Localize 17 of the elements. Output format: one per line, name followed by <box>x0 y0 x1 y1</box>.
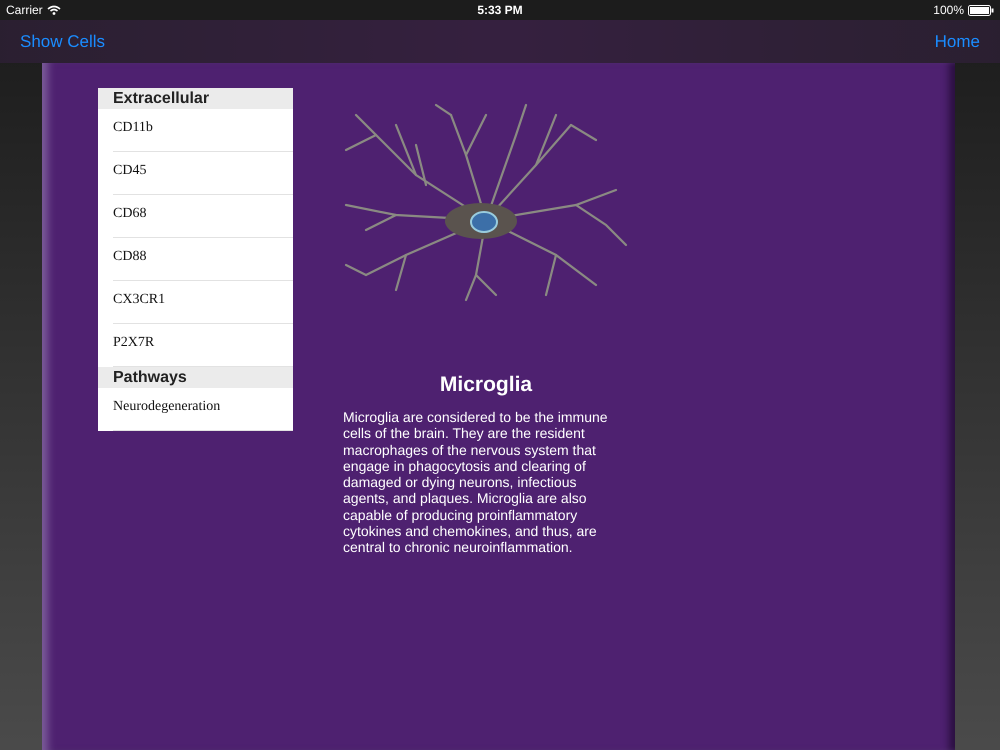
list-item[interactable]: CD45 <box>113 152 293 195</box>
list-item[interactable]: CD11b <box>113 109 293 152</box>
section-header: Pathways <box>98 367 293 388</box>
show-cells-link[interactable]: Show Cells <box>20 32 106 52</box>
list-item[interactable]: CD88 <box>113 238 293 281</box>
list-item[interactable]: Neurodegeneration <box>113 388 293 431</box>
home-link[interactable]: Home <box>934 32 980 52</box>
list-item[interactable]: CD68 <box>113 195 293 238</box>
section-header: Extracellular <box>98 88 293 109</box>
list-item[interactable]: CX3CR1 <box>113 281 293 324</box>
battery-icon <box>968 4 994 16</box>
wifi-icon <box>46 5 61 15</box>
cell-description: Microglia are considered to be the immune cells of the brain. They are the resident macrophages of the nervous system that engage in phagocytosis and clearing of damaged or dying neurons, infectious agents, and plaques. Microglia are also capable of producing proinflammatory cytokines and chemokines, and thus, are central to chronic neuroinflammation. <box>343 409 609 556</box>
battery-percent: 100% <box>933 3 964 17</box>
carrier-label: Carrier <box>6 3 43 17</box>
clock-time: 5:33 PM <box>477 3 523 17</box>
cell-title: Microglia <box>440 373 532 397</box>
